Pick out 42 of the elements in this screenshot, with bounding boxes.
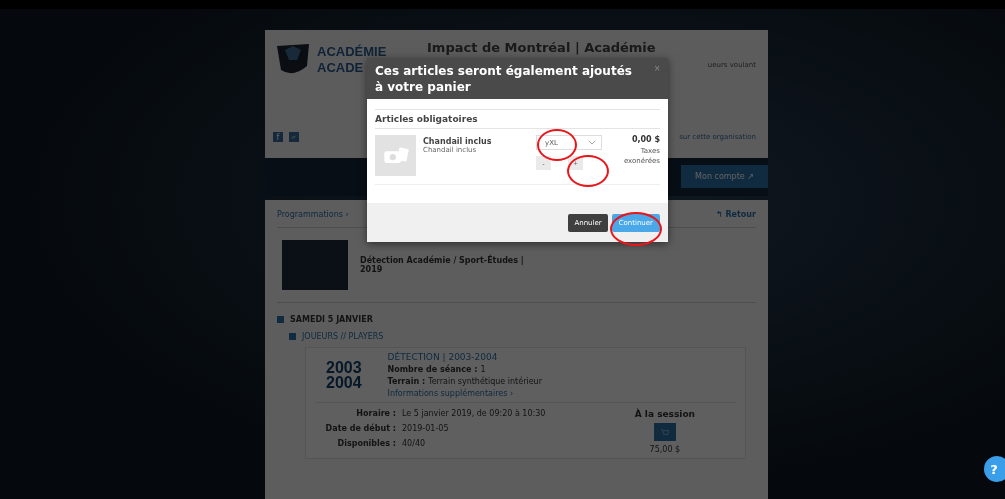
bird-icon[interactable] [289, 132, 299, 142]
annotation-ellipse [610, 212, 662, 246]
camera-icon [382, 147, 409, 164]
back-link[interactable]: ↰ Retour [715, 210, 756, 219]
collapse-icon[interactable] [277, 316, 284, 323]
help-button[interactable]: ? [984, 456, 1005, 482]
fact-value: Le 5 janvier 2019, de 09:20 à 10:30 [402, 409, 546, 418]
cart-button[interactable] [653, 423, 676, 441]
breadcrumb-link[interactable]: Programmations › [277, 210, 349, 219]
account-button[interactable]: Mon compte ↗ [681, 164, 768, 188]
annotation-ellipse [567, 155, 609, 187]
year-label: 2004 [326, 375, 362, 390]
product-name: Chandail inclus [423, 137, 493, 146]
detail-value: Terrain synthétique intérieur [428, 377, 542, 386]
product-price: 0,00 $ [631, 135, 660, 144]
event-banner-placeholder [282, 240, 348, 290]
section-heading: Articles obligatoires [375, 109, 660, 129]
modal-title: Ces articles seront également ajoutés à votre panier [375, 63, 633, 95]
organization-title: Impact de Montréal | Académie [427, 40, 657, 55]
annotation-ellipse [537, 129, 577, 161]
collapse-icon[interactable] [289, 333, 296, 340]
group-heading: JOUEURS // PLAYERS [302, 332, 384, 341]
session-title[interactable]: DÉTECTION | 2003-2004 [387, 352, 542, 362]
fact-value: 40/40 [402, 439, 426, 448]
fact-label: Disponibles : [336, 439, 396, 448]
logo-text: ACADÉMIE [317, 44, 387, 60]
detail-value: 1 [480, 365, 486, 374]
year-label: 2003 [326, 360, 362, 375]
fact-label: Horaire : [355, 409, 396, 418]
fact-label: Date de début : [324, 424, 396, 433]
more-info-link[interactable]: Informations supplémentaires › [387, 389, 542, 398]
facebook-icon[interactable]: f [273, 132, 283, 142]
fact-value: 2019-01-05 [402, 424, 449, 433]
event-title: Détection Académie / Sport-Études | 2019 [360, 256, 525, 274]
close-button[interactable]: × [654, 63, 660, 74]
chevron-down-icon [588, 140, 596, 145]
day-heading: SAMEDI 5 JANVIER [290, 315, 373, 324]
session-price: 75,00 $ [649, 445, 681, 454]
detail-label: Terrain : [387, 377, 426, 386]
cart-icon [660, 427, 670, 437]
price-heading: À la session [634, 409, 695, 419]
detail-label: Nombre de séance : [387, 365, 478, 374]
